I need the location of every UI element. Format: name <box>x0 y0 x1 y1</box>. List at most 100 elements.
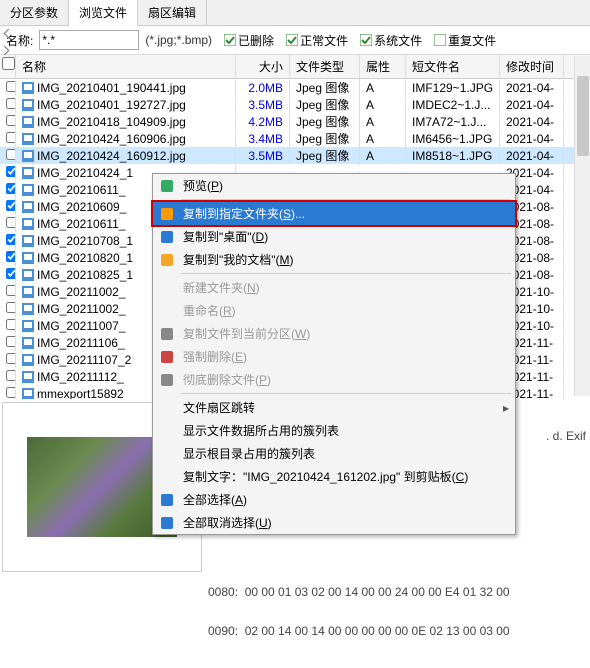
header-short[interactable]: 短文件名 <box>406 55 500 78</box>
file-name: IMG_20210424_1 <box>37 166 133 180</box>
menu-item[interactable]: 复制文字："IMG_20210424_161202.jpg" 到剪贴板(C) <box>153 465 515 488</box>
table-row[interactable]: IMG_20210401_190441.jpg2.0MBJpeg 图像AIMF1… <box>0 79 590 96</box>
menu-item[interactable]: 复制到"我的文档"(M) <box>153 248 515 271</box>
menu-icon <box>159 469 175 485</box>
row-checkbox[interactable] <box>6 302 16 313</box>
row-checkbox[interactable] <box>6 353 16 364</box>
arrow-left-icon[interactable] <box>1 28 12 39</box>
menu-label: 显示根目录占用的簇列表 <box>183 445 315 462</box>
file-name: IMG_20211007_ <box>37 319 126 333</box>
table-row[interactable]: IMG_20210418_104909.jpg4.2MBJpeg 图像AIM7A… <box>0 113 590 130</box>
image-file-icon <box>22 116 34 128</box>
image-file-icon <box>22 320 34 332</box>
file-short: IM7A72~1.J... <box>406 114 500 130</box>
menu-item[interactable]: 文件扇区跳转▸ <box>153 396 515 419</box>
table-row[interactable]: IMG_20210401_192727.jpg3.5MBJpeg 图像AIMDE… <box>0 96 590 113</box>
row-checkbox[interactable] <box>6 234 16 245</box>
image-file-icon <box>22 303 34 315</box>
menu-item[interactable]: 显示根目录占用的簇列表 <box>153 442 515 465</box>
header-name[interactable]: 名称 <box>16 55 236 78</box>
row-checkbox[interactable] <box>6 183 16 194</box>
row-checkbox[interactable] <box>6 200 16 211</box>
row-checkbox[interactable] <box>6 319 16 330</box>
row-checkbox[interactable] <box>6 336 16 347</box>
menu-item: 新建文件夹(N) <box>153 276 515 299</box>
file-type: Jpeg 图像 <box>290 146 360 165</box>
menu-label: 文件扇区跳转 <box>183 399 255 416</box>
row-checkbox[interactable] <box>6 387 16 398</box>
file-size: 4.2MB <box>236 114 290 130</box>
table-row[interactable]: IMG_20210424_160912.jpg3.5MBJpeg 图像AIM85… <box>0 147 590 164</box>
filter-input[interactable] <box>39 30 139 50</box>
header-size[interactable]: 大小 <box>236 55 290 78</box>
image-file-icon <box>22 286 34 298</box>
scroll-thumb[interactable] <box>577 76 589 156</box>
filter-bar: 名称: (*.jpg;*.bmp) 已删除 正常文件 系统文件 重复文件 <box>0 26 590 55</box>
file-attr: A <box>360 97 406 113</box>
row-checkbox[interactable] <box>6 149 16 160</box>
menu-item[interactable]: 预览(P) <box>153 174 515 197</box>
file-name: IMG_20210609_ <box>37 200 126 214</box>
row-checkbox[interactable] <box>6 217 16 228</box>
nav-arrows <box>1 28 12 56</box>
menu-item[interactable]: 全部取消选择(U) <box>153 511 515 534</box>
chk-deleted[interactable]: 已删除 <box>224 32 274 49</box>
file-name: IMG_20210611_ <box>37 217 126 231</box>
file-short: IMDEC2~1.J... <box>406 97 500 113</box>
file-attr: A <box>360 131 406 147</box>
menu-icon <box>159 492 175 508</box>
file-attr: A <box>360 80 406 96</box>
row-checkbox[interactable] <box>6 132 16 143</box>
row-checkbox[interactable] <box>6 81 16 92</box>
menu-item[interactable]: 复制到"桌面"(D) <box>153 225 515 248</box>
image-file-icon <box>22 150 34 162</box>
arrow-right-icon[interactable] <box>1 45 12 56</box>
scrollbar[interactable] <box>574 56 590 396</box>
row-checkbox[interactable] <box>6 285 16 296</box>
menu-separator <box>181 199 511 200</box>
file-name: IMG_20211107_2 <box>37 353 131 367</box>
menu-item[interactable]: 显示文件数据所占用的簇列表 <box>153 419 515 442</box>
menu-item: 复制文件到当前分区(W) <box>153 322 515 345</box>
file-name: IMG_20210401_192727.jpg <box>37 98 186 112</box>
chk-system[interactable]: 系统文件 <box>360 32 422 49</box>
table-row[interactable]: IMG_20210424_160906.jpg3.4MBJpeg 图像AIM64… <box>0 130 590 147</box>
select-all-checkbox[interactable] <box>2 57 15 70</box>
file-name: IMG_20210424_160912.jpg <box>37 149 186 163</box>
menu-item: 彻底删除文件(P) <box>153 368 515 391</box>
file-attr: A <box>360 148 406 164</box>
file-date: 2021-04- <box>500 97 564 113</box>
image-file-icon <box>22 201 34 213</box>
file-name: IMG_20210418_104909.jpg <box>37 115 186 129</box>
menu-item: 重命名(R) <box>153 299 515 322</box>
header-date[interactable]: 修改时间 <box>500 55 564 78</box>
header-type[interactable]: 文件类型 <box>290 55 360 78</box>
row-checkbox[interactable] <box>6 251 16 262</box>
tab-sector-edit[interactable]: 扇区编辑 <box>138 0 207 25</box>
chk-dup[interactable]: 重复文件 <box>434 32 496 49</box>
menu-label: 复制文件到当前分区(W) <box>183 325 310 342</box>
menu-item[interactable]: 复制到指定文件夹(S)... <box>153 202 515 225</box>
row-checkbox[interactable] <box>6 98 16 109</box>
context-menu: 预览(P) 复制到指定文件夹(S)...复制到"桌面"(D)复制到"我的文档"(M… <box>152 173 516 535</box>
file-name: IMG_20210708_1 <box>37 234 133 248</box>
menu-label: 复制文字："IMG_20210424_161202.jpg" 到剪贴板(C) <box>183 468 468 485</box>
filter-ext: (*.jpg;*.bmp) <box>145 33 212 47</box>
tab-browse[interactable]: 浏览文件 <box>69 0 138 26</box>
menu-icon <box>159 206 175 222</box>
image-file-icon <box>22 235 34 247</box>
file-name: IMG_20210424_160906.jpg <box>37 132 186 146</box>
menu-item[interactable]: 全部选择(A) <box>153 488 515 511</box>
chk-normal[interactable]: 正常文件 <box>286 32 348 49</box>
row-checkbox[interactable] <box>6 166 16 177</box>
tab-partition[interactable]: 分区参数 <box>0 0 69 25</box>
file-size: 3.4MB <box>236 131 290 147</box>
column-headers: 名称 大小 文件类型 属性 短文件名 修改时间 <box>0 55 590 79</box>
row-checkbox[interactable] <box>6 268 16 279</box>
row-checkbox[interactable] <box>6 370 16 381</box>
file-size: 3.5MB <box>236 148 290 164</box>
menu-separator <box>181 273 511 274</box>
header-attr[interactable]: 属性 <box>360 55 406 78</box>
menu-label: 彻底删除文件(P) <box>183 371 271 388</box>
row-checkbox[interactable] <box>6 115 16 126</box>
